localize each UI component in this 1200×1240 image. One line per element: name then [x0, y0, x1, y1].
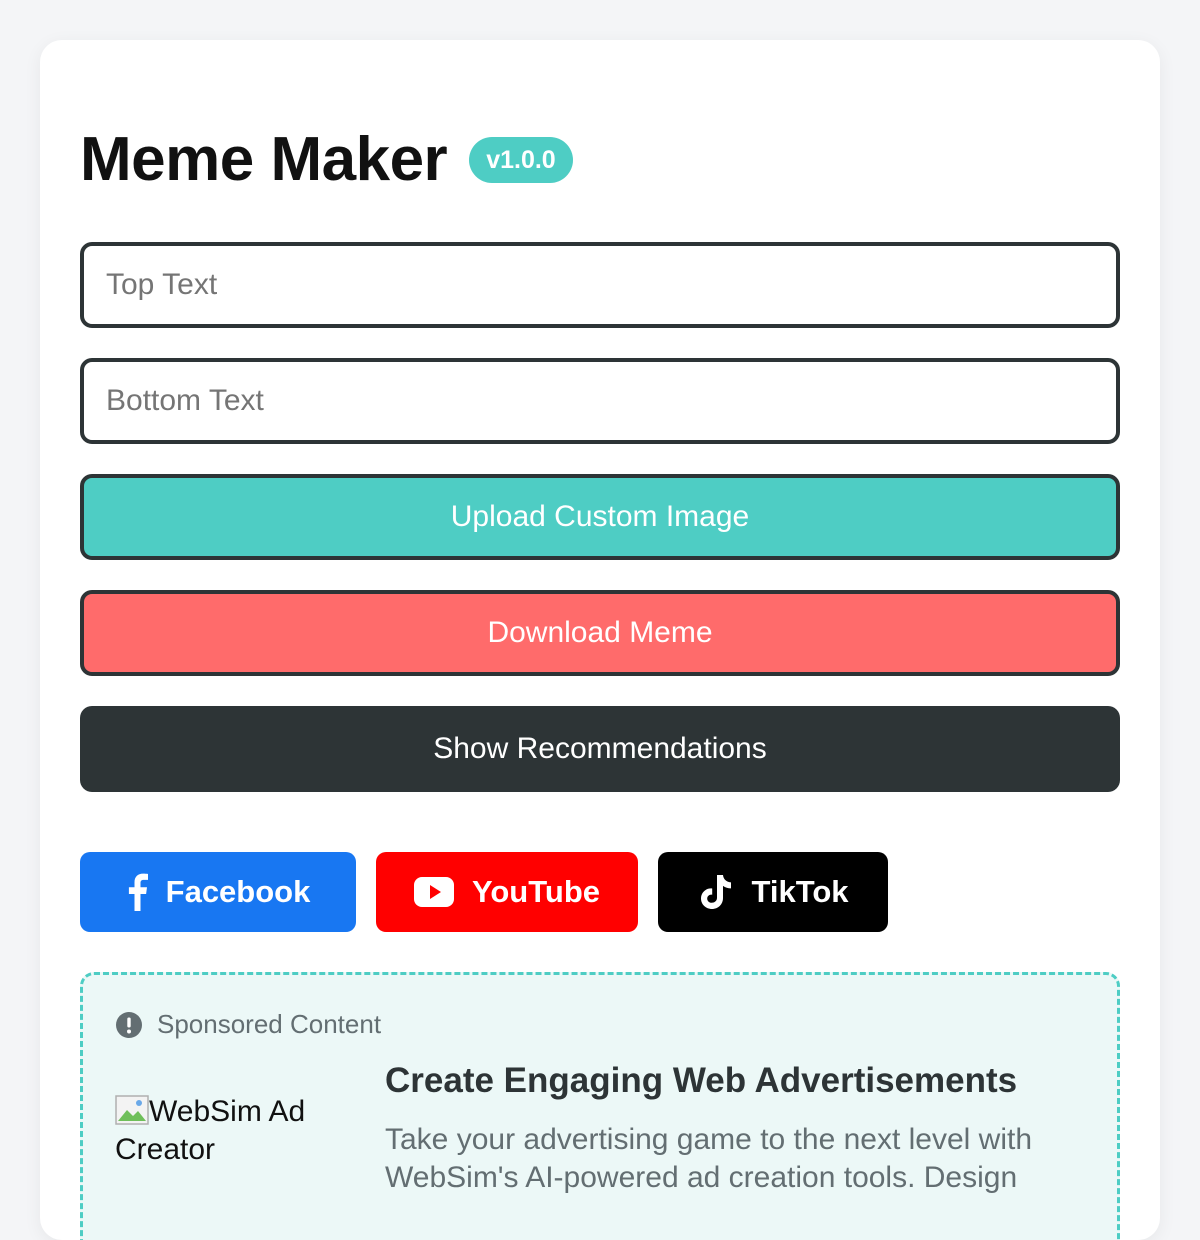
exclamation-circle-icon	[115, 1011, 143, 1039]
social-share-row: Facebook YouTube TikTok	[80, 852, 888, 932]
tiktok-icon	[697, 873, 733, 911]
sponsored-text: Sponsored Content	[157, 1009, 382, 1039]
ad-image[interactable]: WebSim Ad Creator	[115, 1093, 355, 1169]
upload-image-button[interactable]: Upload Custom Image	[80, 474, 1120, 560]
download-meme-button[interactable]: Download Meme	[80, 590, 1120, 676]
youtube-icon	[414, 877, 454, 907]
page-title: Meme Maker	[80, 125, 448, 194]
show-recommendations-button[interactable]: Show Recommendations	[80, 706, 1120, 792]
broken-image-icon	[115, 1095, 149, 1125]
youtube-button[interactable]: YouTube	[376, 852, 638, 932]
bottom-text-input[interactable]	[80, 358, 1120, 444]
tiktok-label: TikTok	[751, 874, 849, 909]
facebook-icon	[126, 873, 148, 911]
meme-maker-card: Meme Maker v1.0.0 Upload Custom Image Do…	[40, 40, 1160, 1240]
sponsored-label: Sponsored Content	[115, 1009, 381, 1040]
facebook-button[interactable]: Facebook	[80, 852, 356, 932]
ad-title[interactable]: Create Engaging Web Advertisements	[385, 1061, 1017, 1101]
version-badge: v1.0.0	[469, 137, 573, 183]
tiktok-button[interactable]: TikTok	[658, 852, 888, 932]
ad-description: Take your advertising game to the next l…	[385, 1123, 1033, 1194]
youtube-label: YouTube	[472, 874, 600, 909]
facebook-label: Facebook	[165, 874, 311, 909]
header: Meme Maker v1.0.0	[80, 124, 573, 196]
top-text-input[interactable]	[80, 242, 1120, 328]
